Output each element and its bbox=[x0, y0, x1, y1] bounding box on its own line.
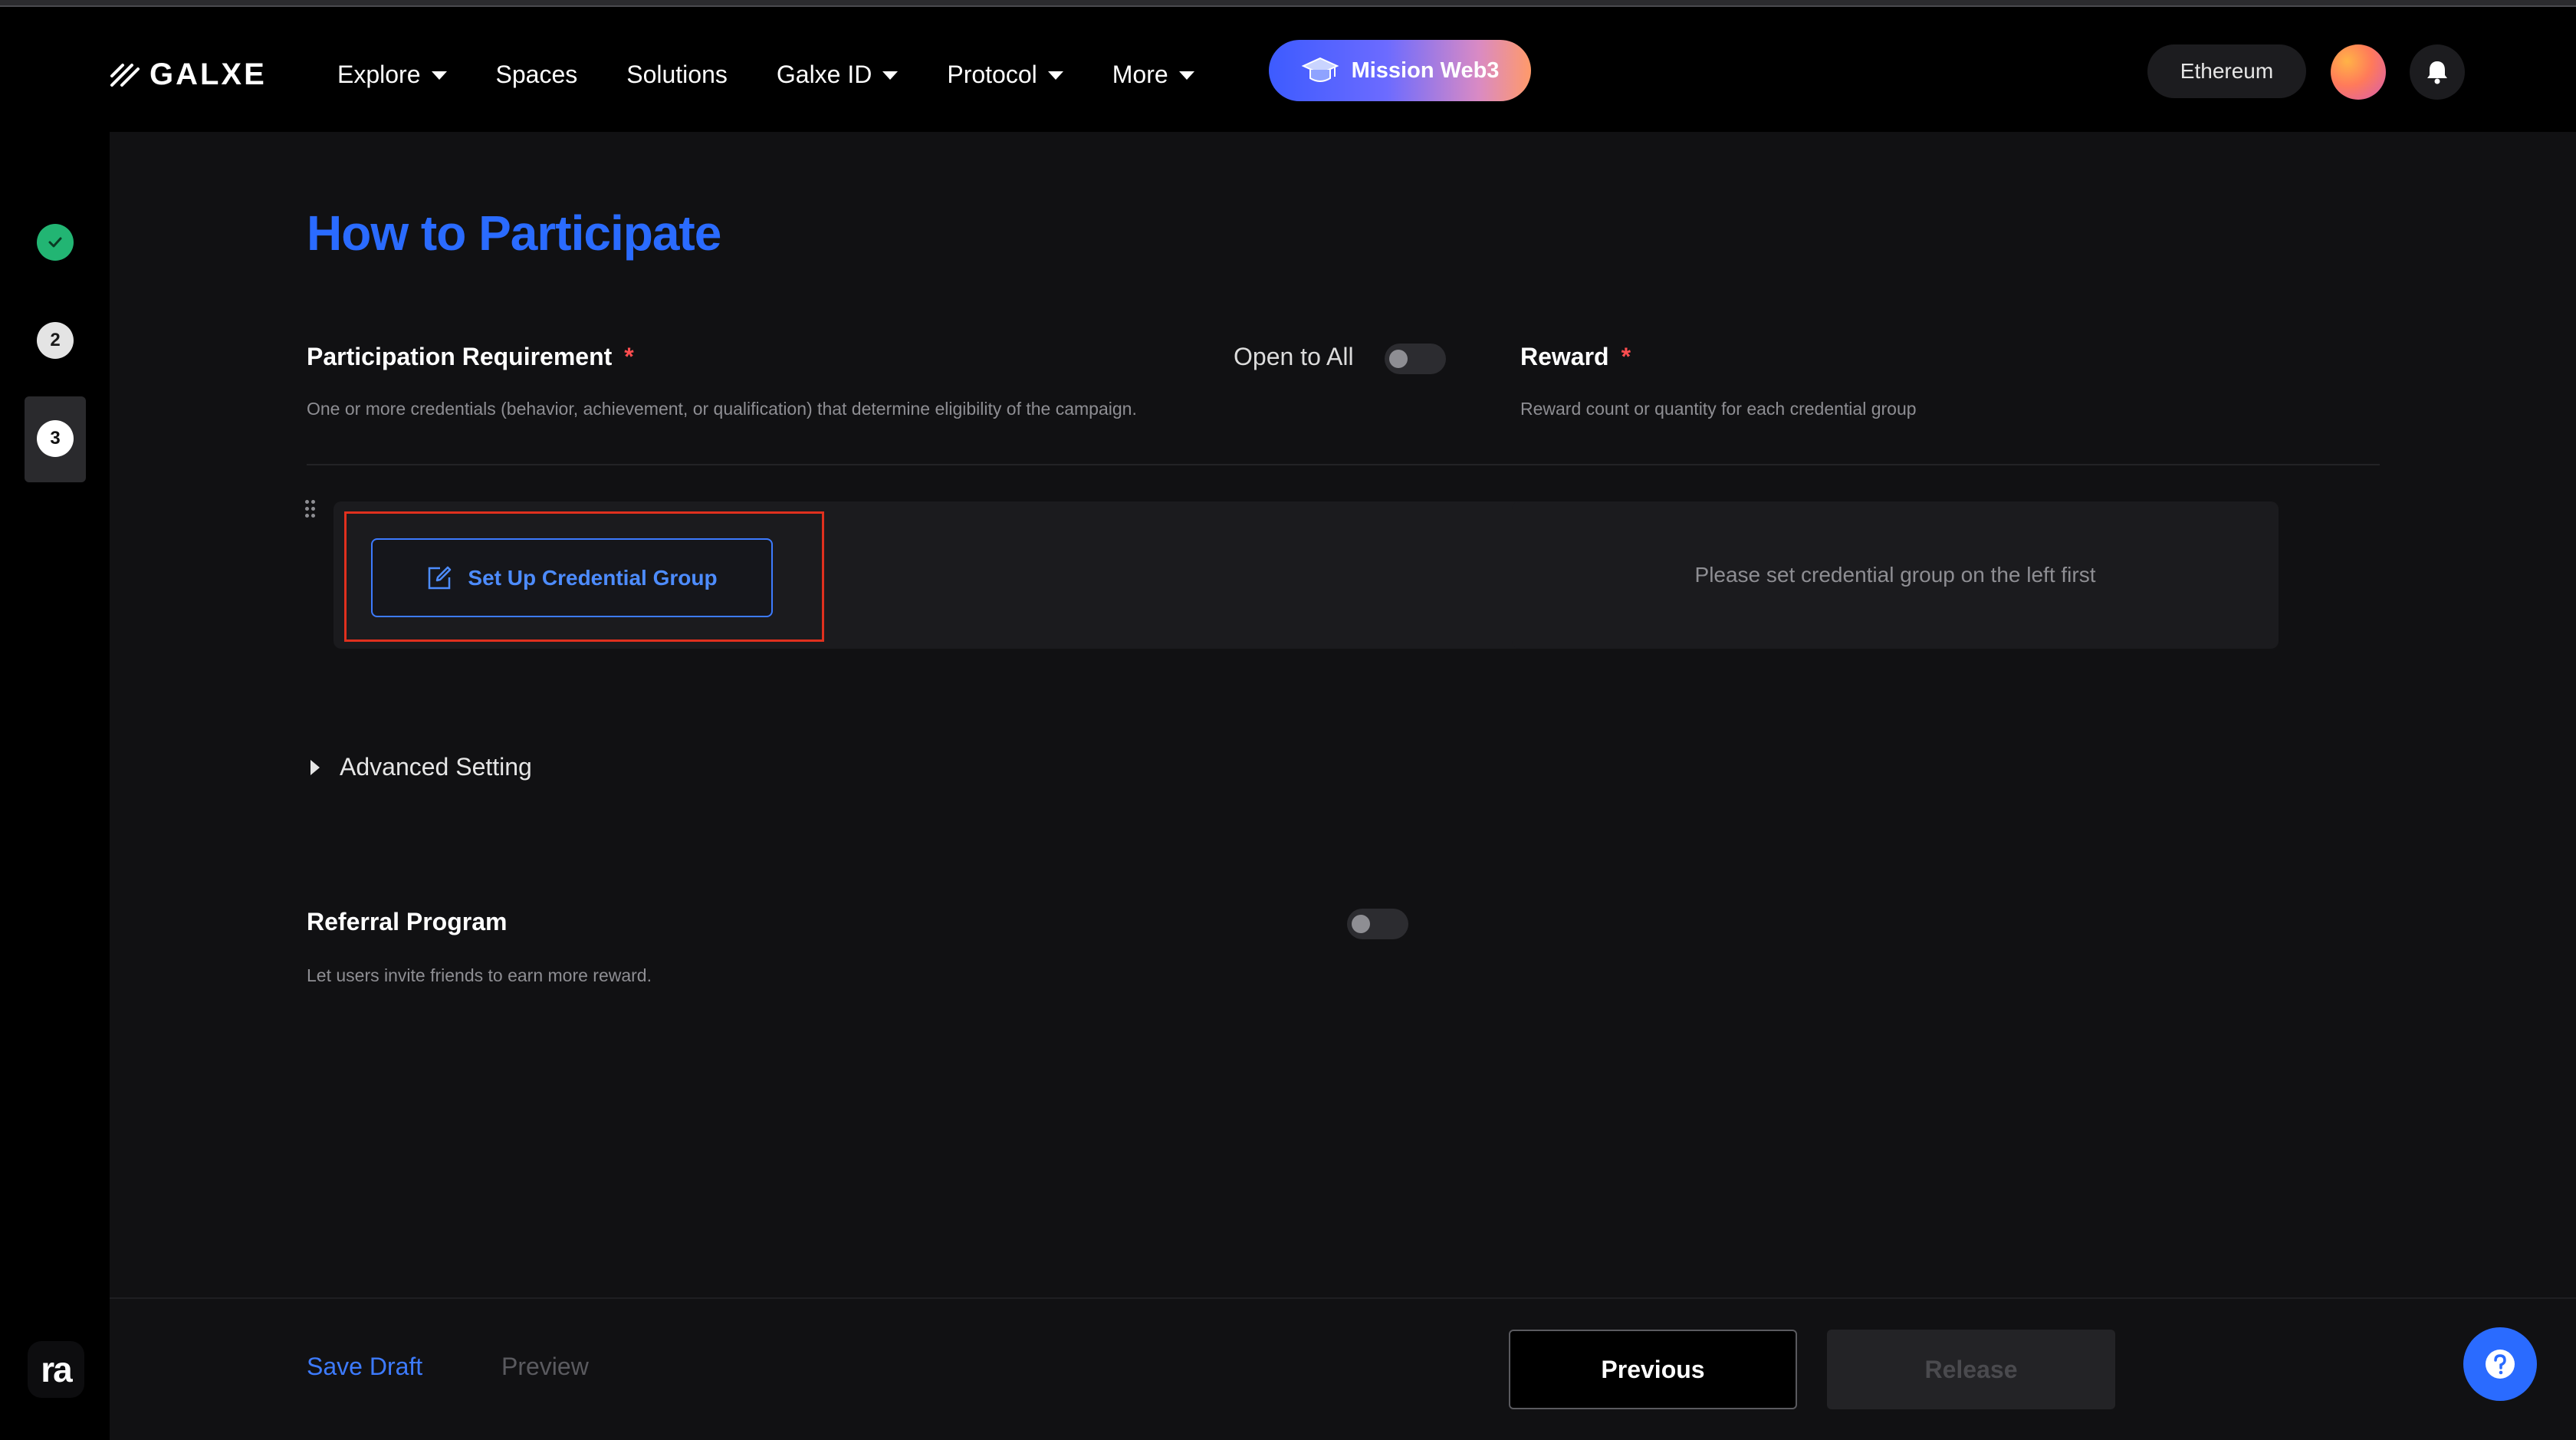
save-draft-link[interactable]: Save Draft bbox=[307, 1353, 422, 1381]
participation-requirement-heading: Participation Requirement * bbox=[307, 343, 634, 371]
bell-icon bbox=[2427, 61, 2447, 84]
nav-solutions[interactable]: Solutions bbox=[626, 61, 728, 89]
reward-heading: Reward * bbox=[1520, 343, 1631, 371]
nav-galxe-id[interactable]: Galxe ID bbox=[776, 60, 899, 89]
step-2[interactable]: 2 bbox=[37, 322, 74, 359]
nav-explore-label: Explore bbox=[337, 60, 421, 88]
page-title: How to Participate bbox=[307, 205, 721, 261]
caret-right-icon bbox=[310, 759, 320, 775]
reward-placeholder-panel: Please set credential group on the left … bbox=[1512, 501, 2279, 649]
nav-more[interactable]: More bbox=[1112, 61, 1194, 89]
advanced-setting-toggle[interactable]: Advanced Setting bbox=[310, 753, 532, 781]
avatar[interactable] bbox=[2331, 44, 2386, 100]
network-label: Ethereum bbox=[2180, 59, 2274, 83]
sidebar-brand-logo[interactable]: ra bbox=[28, 1341, 84, 1398]
referral-program-toggle[interactable] bbox=[1347, 909, 1408, 939]
logo-wordmark: GALXE bbox=[150, 57, 267, 91]
open-to-all-label: Open to All bbox=[1234, 343, 1354, 370]
window-top-edge bbox=[0, 0, 2576, 7]
help-icon bbox=[2486, 1350, 2515, 1379]
toggle-knob bbox=[1352, 915, 1370, 933]
chevron-down-icon bbox=[882, 71, 899, 80]
nav-protocol[interactable]: Protocol bbox=[947, 61, 1063, 89]
chevron-down-icon bbox=[1047, 71, 1063, 80]
participation-requirement-label: Participation Requirement bbox=[307, 343, 613, 370]
step-1-complete[interactable] bbox=[37, 224, 74, 261]
nav-spaces-label: Spaces bbox=[495, 60, 578, 88]
toggle-knob bbox=[1389, 350, 1408, 368]
chevron-down-icon bbox=[1178, 71, 1194, 80]
reward-description: Reward count or quantity for each creden… bbox=[1520, 399, 1917, 419]
nav-spaces[interactable]: Spaces bbox=[496, 61, 578, 89]
main-nav: Explore Spaces Solutions Galxe ID Protoc… bbox=[337, 53, 1244, 96]
footer-action-bar: Save Draft Preview Previous Release bbox=[110, 1297, 2576, 1440]
advanced-setting-label: Advanced Setting bbox=[340, 753, 532, 781]
nav-explore[interactable]: Explore bbox=[337, 61, 447, 89]
open-to-all-toggle[interactable] bbox=[1385, 344, 1446, 374]
required-mark: * bbox=[1621, 343, 1631, 370]
participation-requirement-description: One or more credentials (behavior, achie… bbox=[307, 399, 1137, 419]
help-button[interactable] bbox=[2463, 1327, 2537, 1401]
step-3-active[interactable]: 3 bbox=[37, 420, 74, 457]
drag-handle-icon[interactable] bbox=[305, 500, 317, 518]
reward-label: Reward bbox=[1520, 343, 1609, 370]
mission-web3-button[interactable]: Mission Web3 bbox=[1269, 40, 1531, 101]
previous-button[interactable]: Previous bbox=[1509, 1330, 1797, 1409]
referral-program-description: Let users invite friends to earn more re… bbox=[307, 965, 652, 985]
nav-galxe-id-label: Galxe ID bbox=[776, 60, 872, 88]
nav-protocol-label: Protocol bbox=[947, 60, 1037, 88]
graduation-cap-icon bbox=[1301, 57, 1339, 82]
set-up-credential-group-button[interactable]: Set Up Credential Group bbox=[371, 538, 773, 617]
referral-program-heading: Referral Program bbox=[307, 908, 508, 935]
top-navigation-bar: GALXE Explore Spaces Solutions Galxe ID … bbox=[0, 7, 2576, 132]
galxe-logo-icon bbox=[110, 64, 140, 87]
galxe-logo[interactable]: GALXE bbox=[110, 53, 267, 96]
step-rail: 2 3 ra bbox=[0, 132, 110, 1440]
required-mark: * bbox=[624, 343, 634, 370]
mission-web3-label: Mission Web3 bbox=[1351, 58, 1500, 83]
nav-solutions-label: Solutions bbox=[626, 60, 728, 88]
preview-link[interactable]: Preview bbox=[501, 1353, 589, 1381]
set-up-credential-group-label: Set Up Credential Group bbox=[468, 565, 718, 590]
section-divider bbox=[307, 464, 2380, 465]
main-content: How to Participate Participation Require… bbox=[110, 132, 2576, 1297]
notifications-button[interactable] bbox=[2410, 44, 2465, 100]
reward-placeholder-text: Please set credential group on the left … bbox=[1694, 563, 2096, 587]
nav-more-label: More bbox=[1112, 60, 1168, 88]
network-selector[interactable]: Ethereum bbox=[2147, 44, 2306, 98]
chevron-down-icon bbox=[431, 71, 447, 80]
check-icon bbox=[48, 237, 62, 248]
release-button[interactable]: Release bbox=[1827, 1330, 2115, 1409]
edit-icon bbox=[429, 566, 452, 589]
